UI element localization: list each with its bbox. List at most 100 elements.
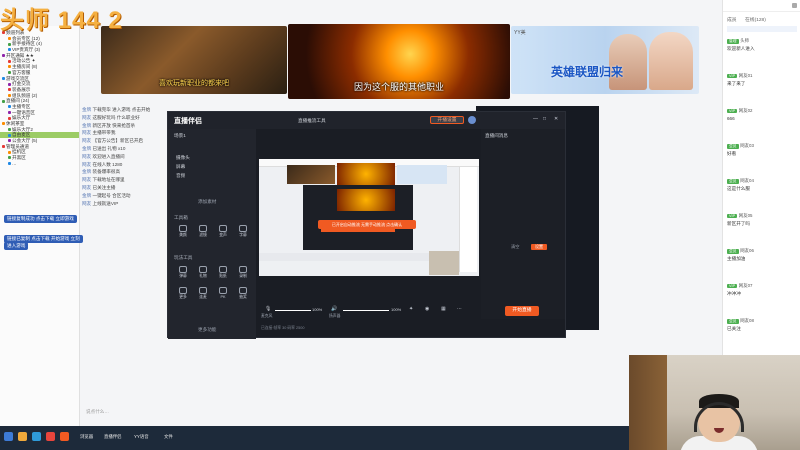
chat-username[interactable]: 金牌 xyxy=(82,146,91,151)
start-icon[interactable] xyxy=(4,432,13,441)
go-live-button[interactable]: 开始直播 xyxy=(505,306,539,316)
tool-tile[interactable]: 滤镜 xyxy=(194,225,212,241)
tool-tile[interactable]: PK xyxy=(214,287,232,303)
preview-banner xyxy=(337,163,395,185)
member-name: 网友01 xyxy=(738,73,753,78)
channel-tree[interactable]: 频道列表 会员专区 (12) 新手接待区 (4) VIP贵宾厅 (3) 开区通知 ★★ 活… xyxy=(0,26,80,426)
preview-nested-window: 已开启自动推流 无需手动推流 点击确认 xyxy=(303,185,413,250)
tool-tile[interactable]: 贴纸 xyxy=(214,266,232,282)
avatar[interactable] xyxy=(468,116,476,124)
mic-icon[interactable]: 🎙 xyxy=(265,306,271,312)
tab-online[interactable]: 在线(128) xyxy=(745,16,766,23)
member-item[interactable]: VIP 网友07 冲冲冲 xyxy=(727,283,797,297)
speaker-volume-slider[interactable] xyxy=(343,310,389,311)
tool-tile[interactable]: 抽奖 xyxy=(234,287,252,303)
chat-message: 金牌 一键起号 合区活动 xyxy=(82,193,131,199)
taskbar-item[interactable]: 文件 xyxy=(164,434,173,440)
more-features-link[interactable]: 更多功能 xyxy=(198,327,216,333)
grid-icon[interactable]: ▦ xyxy=(441,306,446,312)
member-item[interactable]: VIP 网友02 666 xyxy=(727,108,797,121)
speaker-icon[interactable]: 🔊 xyxy=(331,306,337,312)
member-item[interactable]: 会员 网友06 主播加油 xyxy=(727,248,797,262)
preview-banner xyxy=(287,165,335,184)
camera-icon[interactable]: ◉ xyxy=(425,306,429,312)
member-message: 新区开了吗 xyxy=(727,221,750,226)
chat-username[interactable]: 网友 xyxy=(82,201,91,206)
tools-section-title: 工具箱 xyxy=(174,215,188,220)
minimize-icon[interactable]: — xyxy=(533,116,538,122)
chat-message: 网友 主播带带我 xyxy=(82,130,115,136)
chat-input[interactable]: 说点什么… xyxy=(86,409,109,415)
stream-sidebar: 场景1 摄像头 屏幕 音频 添加素材 工具箱 玩法工具 美颜 滤镜 变声 字幕 弹幕 礼物… xyxy=(168,129,256,339)
member-item[interactable]: 会员 网友03 好看 xyxy=(727,143,797,157)
app-icon[interactable] xyxy=(46,432,55,441)
stream-app-icon[interactable] xyxy=(60,432,69,441)
clear-button[interactable]: 清空 xyxy=(511,244,519,250)
speaker-label: 扬声器 xyxy=(329,314,341,318)
mic-volume-slider[interactable] xyxy=(275,310,311,311)
close-icon[interactable] xyxy=(792,3,797,8)
member-item[interactable]: VIP 网友05 新区开了吗 xyxy=(727,213,797,227)
close-icon[interactable]: ✕ xyxy=(554,116,558,122)
tool-tile[interactable]: 美颜 xyxy=(174,225,192,241)
tool-tile[interactable]: 字幕 xyxy=(234,225,252,241)
browser-icon[interactable] xyxy=(18,432,27,441)
tool-tile[interactable]: 更多 xyxy=(174,287,192,303)
member-name: 网友03 xyxy=(740,143,754,148)
chat-username[interactable]: 金牌 xyxy=(82,107,91,112)
tool-tile[interactable]: 变声 xyxy=(214,225,232,241)
tool-tile[interactable]: 录制 xyxy=(234,266,252,282)
stream-preview[interactable]: 已开启自动推流 无需手动推流 点击确认 xyxy=(259,159,479,276)
chat-username[interactable]: 网友 xyxy=(82,185,91,190)
channel-icon xyxy=(8,42,11,46)
settings-button[interactable]: 设置 xyxy=(531,244,547,250)
source-item[interactable]: 摄像头 xyxy=(176,155,190,161)
member-message: 这是什么服 xyxy=(727,186,750,191)
chat-username[interactable]: 网友 xyxy=(82,162,91,167)
taskbar-item[interactable]: YY语音 xyxy=(134,434,149,440)
more-icon[interactable]: ⋯ xyxy=(457,306,462,312)
tool-tile[interactable]: 连麦 xyxy=(194,287,212,303)
member-item[interactable]: 会员 网友04 这是什么服 xyxy=(727,178,797,192)
member-name: 网友06 xyxy=(740,248,754,253)
taskbar-item[interactable]: 直播伴侣 xyxy=(104,434,122,440)
source-item[interactable]: 屏幕 xyxy=(176,164,185,170)
chat-text: 上线就送VIP xyxy=(92,200,119,206)
live-settings-button[interactable]: 开播设置 xyxy=(430,116,464,124)
member-panel-header xyxy=(723,0,800,12)
promo-banner-2[interactable]: 因为这个服的其他职业 xyxy=(288,24,510,99)
promo-banner-3[interactable]: YY美 英雄联盟归来 xyxy=(511,26,699,94)
tool-tile[interactable]: 礼物 xyxy=(194,266,212,282)
member-badge: 会员 xyxy=(727,249,739,254)
add-source-button[interactable]: 添加素材 xyxy=(198,199,216,205)
chat-username[interactable]: 金牌 xyxy=(82,123,91,128)
chat-username[interactable]: 网友 xyxy=(82,130,91,135)
chat-username[interactable]: 金牌 xyxy=(82,169,91,174)
member-item[interactable]: 会员 网友08 已关注 xyxy=(727,318,797,332)
tool-tile[interactable]: 弹幕 xyxy=(174,266,192,282)
channel-icon xyxy=(8,71,11,75)
tree-item[interactable]: … xyxy=(0,161,79,167)
chat-username[interactable]: 网友 xyxy=(82,138,91,143)
folder-icon[interactable] xyxy=(32,432,41,441)
scene-label[interactable]: 场景1 xyxy=(174,133,186,139)
chat-username[interactable]: 金牌 xyxy=(82,193,91,198)
maximize-icon[interactable]: □ xyxy=(543,116,546,122)
auto-push-popup[interactable]: 已开启自动推流 无需手动推流 点击确认 xyxy=(318,220,416,229)
overlay-title: 头师 144 2 xyxy=(0,7,123,34)
member-search[interactable] xyxy=(727,26,797,32)
member-item[interactable]: 管理 头师 欢迎新人进入 xyxy=(727,38,797,52)
member-badge: VIP xyxy=(727,109,738,113)
member-item[interactable]: VIP 网友01 来了来了 xyxy=(727,73,797,87)
chat-text: 下载完毕 进入游戏 点击开始 xyxy=(92,107,151,112)
chat-username[interactable]: 网友 xyxy=(82,177,91,182)
tooltip-bubble: 链接复制成功 点击下载 立即游戏 xyxy=(4,215,77,223)
source-item[interactable]: 音频 xyxy=(176,173,185,179)
taskbar-item[interactable]: 浏览器 xyxy=(80,434,93,440)
chat-username[interactable]: 网友 xyxy=(82,154,91,159)
nested-banner xyxy=(337,189,395,211)
tab-members[interactable]: 成员 xyxy=(727,16,737,23)
gift-icon[interactable]: ✦ xyxy=(409,306,413,312)
promo-banner-1[interactable]: 喜欢玩新职业的都来吧 xyxy=(101,26,287,94)
chat-username[interactable]: 网友 xyxy=(82,115,91,120)
